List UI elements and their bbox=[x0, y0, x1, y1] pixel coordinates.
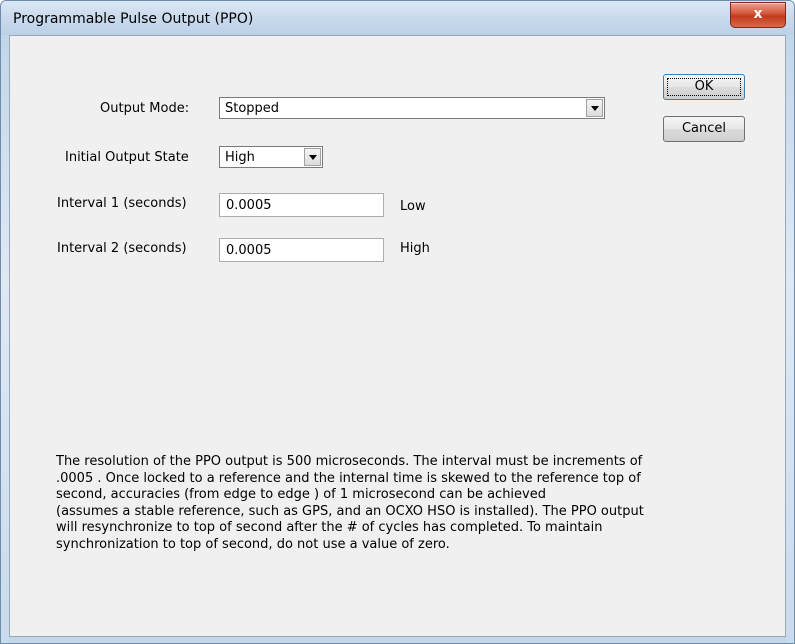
output-mode-label: Output Mode: bbox=[100, 101, 190, 116]
dialog-window: Programmable Pulse Output (PPO) x Output… bbox=[0, 0, 795, 644]
initial-output-state-select[interactable]: High bbox=[219, 146, 323, 168]
cancel-button-label: Cancel bbox=[681, 121, 727, 136]
window-title: Programmable Pulse Output (PPO) bbox=[13, 11, 254, 27]
window-frame-right bbox=[786, 35, 794, 643]
interval-2-value: 0.0005 bbox=[226, 243, 272, 258]
focus-rectangle bbox=[667, 78, 741, 96]
interval-1-label: Interval 1 (seconds) bbox=[57, 196, 187, 211]
note-line: will resynchronize to top of second afte… bbox=[56, 520, 603, 535]
initial-output-state-value: High bbox=[225, 150, 255, 165]
interval-1-state: Low bbox=[400, 199, 426, 214]
dialog-client-area: Output Mode: Stopped Initial Output Stat… bbox=[9, 35, 786, 637]
note-line: (assumes a stable reference, such as GPS… bbox=[56, 503, 644, 519]
close-button[interactable]: x bbox=[730, 2, 786, 28]
ok-button[interactable]: OK bbox=[663, 74, 745, 100]
interval-2-input[interactable]: 0.0005 bbox=[219, 238, 384, 262]
close-icon: x bbox=[753, 6, 763, 22]
initial-output-state-label: Initial Output State bbox=[65, 150, 189, 165]
title-bar[interactable]: Programmable Pulse Output (PPO) x bbox=[1, 1, 794, 35]
note-line: The resolution of the PPO output is 500 … bbox=[56, 454, 643, 469]
window-frame-left bbox=[1, 35, 9, 643]
interval-2-state: High bbox=[400, 241, 430, 256]
output-mode-value: Stopped bbox=[225, 101, 280, 116]
chevron-down-icon[interactable] bbox=[586, 99, 603, 117]
interval-2-label: Interval 2 (seconds) bbox=[57, 241, 187, 256]
interval-1-value: 0.0005 bbox=[226, 198, 272, 213]
output-mode-select[interactable]: Stopped bbox=[219, 97, 605, 119]
cancel-button[interactable]: Cancel bbox=[663, 116, 745, 142]
note-line: second, accuracies (from edge to edge ) … bbox=[56, 487, 546, 502]
note-line: synchronization to top of second, do not… bbox=[56, 536, 450, 552]
note-line: .0005 . Once locked to a reference and t… bbox=[56, 470, 641, 486]
chevron-down-icon[interactable] bbox=[304, 148, 321, 166]
resolution-note: The resolution of the PPO output is 500 … bbox=[56, 454, 736, 553]
interval-1-input[interactable]: 0.0005 bbox=[219, 193, 384, 217]
